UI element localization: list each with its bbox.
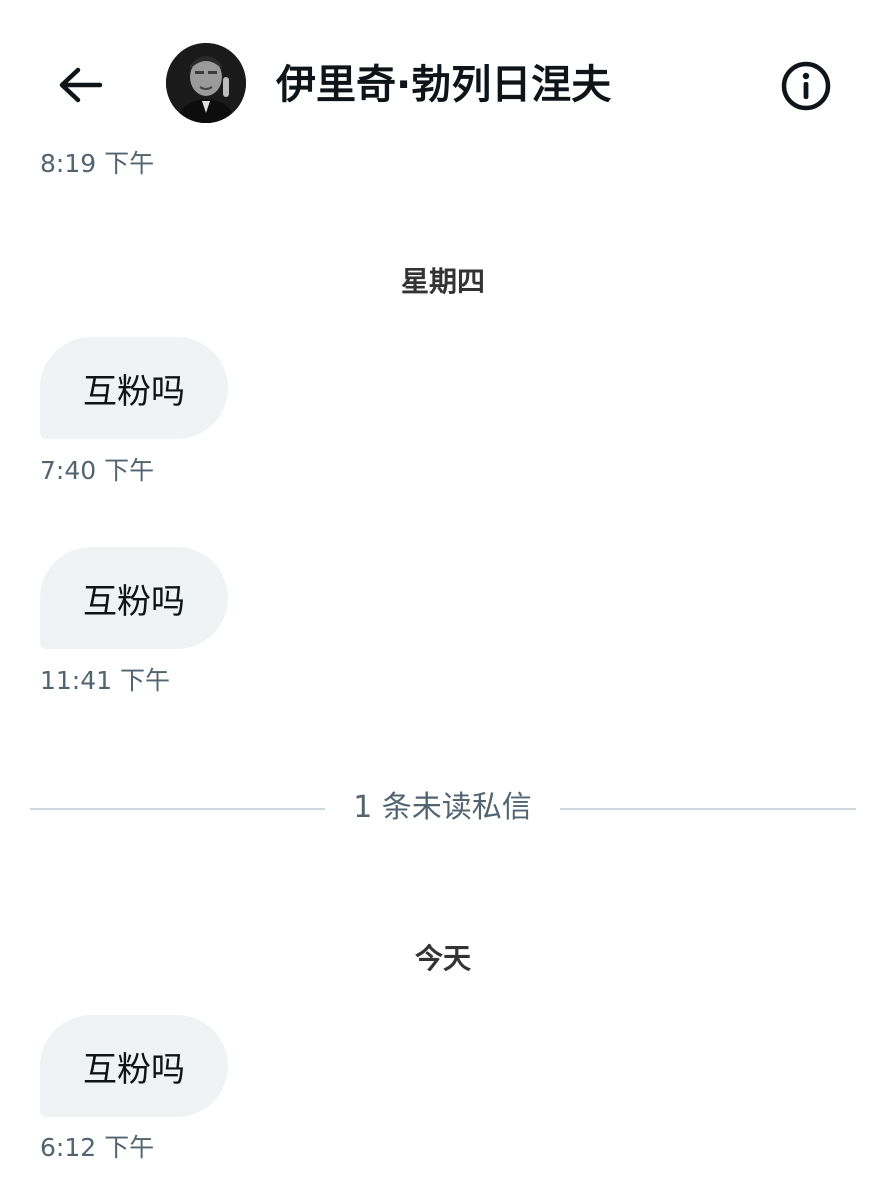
message-text: 互粉吗	[83, 581, 185, 622]
message-timestamp: 8:19 下午	[40, 149, 155, 178]
message-timestamp: 6:12 下午	[40, 1133, 155, 1162]
message-bubble[interactable]: 互粉吗	[40, 337, 228, 439]
info-icon	[781, 61, 831, 111]
message-bubble[interactable]: 互粉吗	[40, 547, 228, 649]
divider-line	[30, 808, 325, 810]
message-timestamp: 7:40 下午	[40, 456, 155, 485]
divider-line	[560, 808, 856, 810]
message-bubble[interactable]: 互粉吗	[40, 1015, 228, 1117]
avatar-photo	[166, 43, 246, 123]
unread-divider: 1 条未读私信	[30, 788, 856, 828]
message-text: 互粉吗	[83, 371, 185, 412]
unread-count-label: 1 条未读私信	[353, 790, 532, 825]
conversation-header: 伊里奇·勃列日涅夫	[0, 0, 886, 140]
info-button[interactable]	[778, 58, 834, 114]
back-button[interactable]	[50, 58, 110, 112]
message-timestamp: 11:41 下午	[40, 666, 170, 695]
contact-name[interactable]: 伊里奇·勃列日涅夫	[276, 58, 611, 112]
message-text: 互粉吗	[83, 1049, 185, 1090]
avatar[interactable]	[166, 43, 246, 123]
arrow-left-icon	[59, 67, 103, 103]
day-header: 今天	[414, 942, 471, 975]
day-header: 星期四	[400, 265, 485, 298]
